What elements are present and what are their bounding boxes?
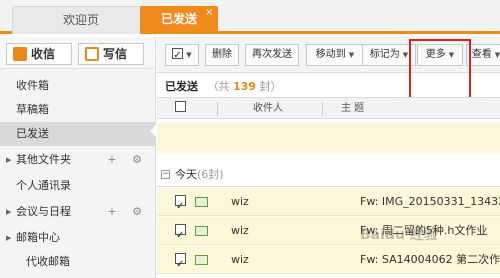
count-prefix: （共 <box>207 80 230 93</box>
move-to-dropdown[interactable]: 移动到 ▼ <box>306 44 364 66</box>
tab-welcome[interactable]: 欢迎页 <box>12 6 150 34</box>
folder-actions[interactable]: + ⚙ <box>107 200 148 224</box>
expand-triangle-icon[interactable]: ▶ <box>6 148 11 172</box>
envelope-icon <box>195 226 208 236</box>
row-checkbox[interactable] <box>175 251 186 278</box>
sidebar-item-label: 邮箱中心 <box>16 231 60 244</box>
folder-title: 已发送 <box>165 80 198 93</box>
resend-button[interactable]: 再次发送 <box>245 44 299 66</box>
row-checkbox[interactable] <box>175 222 186 250</box>
table-row[interactable]: wiz Fw: 周二留的5种.h文作业 <box>157 217 500 250</box>
row-checkbox[interactable] <box>175 193 186 221</box>
column-subject[interactable]: 主 题 <box>341 98 364 120</box>
chevron-down-icon: ▼ <box>402 51 409 59</box>
select-all-dropdown[interactable]: ▼ <box>165 44 199 66</box>
mark-as-label: 标记为 <box>369 49 400 60</box>
sidebar-item-inbox[interactable]: 收件箱 <box>0 74 156 98</box>
sidebar-item-calendar[interactable]: ▶ 会议与日程 + ⚙ <box>0 200 156 224</box>
row-recipient: wiz <box>231 224 249 237</box>
watermark: Baidu 经验 <box>360 227 438 243</box>
chevron-down-icon: ▼ <box>186 51 192 59</box>
column-divider <box>322 102 323 116</box>
mark-as-dropdown[interactable]: 标记为 ▼ <box>362 44 416 66</box>
delete-button[interactable]: 删除 <box>205 44 239 66</box>
sidebar: 收信 写信 收件箱 草稿箱 已发送 ▶ 其他文件夹 + ⚙ 个人通讯录 ▶ 会议… <box>0 37 156 278</box>
column-header: 收件人 主 题 <box>157 97 500 119</box>
sidebar-item-sent[interactable]: 已发送 <box>0 122 156 146</box>
row-recipient: wiz <box>231 253 249 266</box>
count-value: 139 <box>233 80 256 93</box>
column-recipient[interactable]: 收件人 <box>253 98 283 120</box>
write-button[interactable]: 写信 <box>78 43 144 65</box>
date-group-today[interactable]: − 今天(6封) <box>157 163 500 187</box>
sidebar-item-drafts[interactable]: 草稿箱 <box>0 98 156 122</box>
group-label: 今天(6封) <box>175 163 224 187</box>
move-to-label: 移动到 <box>315 49 346 60</box>
chevron-down-icon: ▼ <box>348 51 355 59</box>
list-title: 已发送 （共 139 封） <box>157 77 500 97</box>
sidebar-item-label: 收件箱 <box>16 79 49 92</box>
sidebar-item-proxy-mail[interactable]: 代收邮箱 <box>0 250 156 274</box>
envelope-icon <box>195 255 208 265</box>
group-count: (6封) <box>197 168 224 181</box>
row-subject: Fw: SA14004062 第二次作业 <box>360 253 500 266</box>
view-dropdown[interactable]: 查看 ▼ <box>466 44 500 66</box>
tab-bar: 欢迎页 已发送 × <box>0 0 500 34</box>
envelope-icon <box>195 197 208 207</box>
header-checkbox[interactable] <box>175 101 186 112</box>
notice-bar <box>157 123 500 153</box>
message-count: （共 139 封） <box>208 80 282 93</box>
sidebar-item-label: 其他文件夹 <box>16 153 71 166</box>
sidebar-item-mail-center[interactable]: ▶ 邮箱中心 <box>0 226 156 250</box>
sidebar-item-label: 草稿箱 <box>16 103 49 116</box>
column-divider <box>217 102 218 116</box>
write-label: 写信 <box>103 47 128 61</box>
count-suffix: 封） <box>259 80 282 93</box>
group-name: 今天 <box>175 168 197 181</box>
row-recipient: wiz <box>231 195 249 208</box>
sidebar-item-other-folders[interactable]: ▶ 其他文件夹 + ⚙ <box>0 148 156 172</box>
pencil-icon <box>85 47 99 61</box>
receive-label: 收信 <box>31 47 56 61</box>
compose-row: 收信 写信 <box>0 37 155 69</box>
table-row[interactable]: wiz Fw: IMG_20150331_134327 <box>157 188 500 221</box>
expand-triangle-icon[interactable]: ▶ <box>6 226 11 250</box>
sidebar-item-contacts[interactable]: 个人通讯录 <box>0 174 156 198</box>
select-all-checkbox[interactable] <box>172 46 184 66</box>
receive-button[interactable]: 收信 <box>6 43 72 65</box>
chevron-down-icon: ▼ <box>494 51 500 59</box>
view-label: 查看 <box>471 49 492 60</box>
main-pane: ▼ 删除 再次发送 移动到▼ 标记为▼ 更多▼ 查看▼ 已发送 （共 139 封… <box>157 37 500 278</box>
collapse-icon[interactable]: − <box>161 170 170 179</box>
sidebar-item-label: 代收邮箱 <box>26 255 70 268</box>
selected-pointer-icon <box>150 124 157 138</box>
folder-actions[interactable]: + ⚙ <box>107 148 148 172</box>
sidebar-item-label: 已发送 <box>16 127 49 140</box>
table-row[interactable]: wiz Fw: SA14004062 第二次作业 <box>157 246 500 278</box>
row-subject: Fw: IMG_20150331_134327 <box>360 195 500 208</box>
expand-triangle-icon[interactable]: ▶ <box>6 200 11 224</box>
close-icon[interactable]: × <box>205 7 213 18</box>
sidebar-item-label: 个人通讯录 <box>16 179 71 192</box>
sidebar-item-label: 会议与日程 <box>16 205 71 218</box>
inbox-download-icon <box>13 47 27 61</box>
